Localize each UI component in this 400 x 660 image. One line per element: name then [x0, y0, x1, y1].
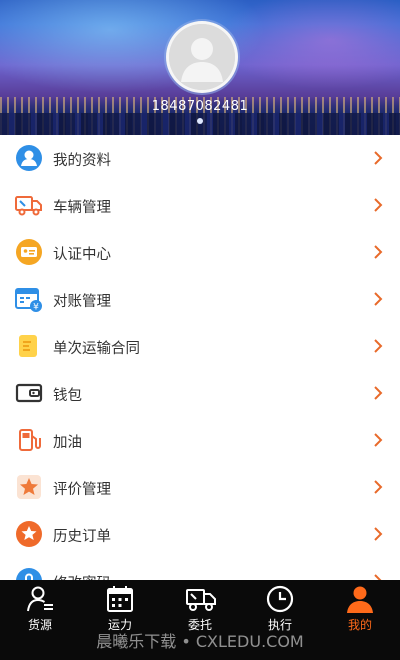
tab-cargo-source[interactable]: 货源 — [0, 580, 80, 634]
menu-item-certification-center[interactable]: 认证中心 — [0, 229, 400, 277]
calendar-icon — [107, 586, 133, 612]
tab-label: 货源 — [27, 618, 52, 632]
clock-icon — [266, 585, 294, 613]
profile-header: 18487082481 — [0, 0, 400, 135]
menu-item-label: 单次运输合同 — [53, 341, 140, 357]
star-badge-icon — [16, 521, 42, 547]
menu-item-label: 车辆管理 — [53, 200, 111, 216]
menu-item-wallet[interactable]: 钱包 — [0, 370, 400, 418]
cargo-source-icon — [27, 586, 53, 612]
profile-menu: 我的资料 车辆管理 认证中心 ¥ 对账管理 单次运输合同 钱包 加油 评价管理 … — [0, 135, 400, 580]
watermark-text: 晨曦乐下载 • CXLEDU.COM — [96, 632, 304, 651]
chevron-right-icon — [374, 245, 383, 259]
fuel-pump-icon — [19, 429, 41, 451]
chevron-right-icon — [374, 292, 383, 306]
tab-execute[interactable]: 执行 — [240, 580, 320, 634]
menu-item-label: 加油 — [53, 435, 82, 451]
indicator-dot-icon — [197, 118, 203, 124]
wallet-icon — [15, 383, 43, 403]
phone-number: 18487082481 — [151, 99, 249, 114]
tab-entrust[interactable]: 委托 — [160, 580, 240, 634]
id-card-icon — [16, 239, 42, 265]
tab-label: 我的 — [347, 618, 372, 632]
calendar-bill-icon: ¥ — [15, 288, 42, 313]
chevron-right-icon — [374, 527, 383, 541]
menu-item-my-profile[interactable]: 我的资料 — [0, 135, 400, 183]
menu-item-reconciliation[interactable]: ¥ 对账管理 — [0, 276, 400, 324]
tab-mine[interactable]: 我的 — [320, 580, 400, 634]
chevron-right-icon — [374, 339, 383, 353]
svg-text:¥: ¥ — [33, 303, 39, 313]
truck-icon — [15, 196, 42, 216]
chevron-right-icon — [374, 151, 383, 165]
menu-item-label: 钱包 — [53, 388, 82, 404]
person-icon — [347, 586, 373, 613]
menu-item-label: 对账管理 — [53, 294, 111, 310]
truck-outline-icon — [186, 589, 216, 611]
chevron-right-icon — [374, 198, 383, 212]
menu-item-order-history[interactable]: 历史订单 — [0, 511, 400, 559]
menu-item-label: 评价管理 — [53, 482, 111, 498]
tab-capacity[interactable]: 运力 — [80, 580, 160, 634]
chevron-right-icon — [374, 386, 383, 400]
menu-item-review-management[interactable]: 评价管理 — [0, 464, 400, 512]
menu-item-label: 我的资料 — [53, 153, 111, 169]
avatar[interactable] — [166, 21, 238, 93]
user-profile-icon — [16, 145, 42, 171]
chevron-right-icon — [374, 433, 383, 447]
contract-icon — [19, 335, 37, 357]
default-avatar-icon — [169, 24, 235, 90]
lock-icon — [16, 568, 42, 580]
star-rating-icon — [17, 475, 41, 499]
city-skyline-foreground — [0, 113, 400, 135]
menu-item-refuel[interactable]: 加油 — [0, 417, 400, 465]
menu-item-single-contract[interactable]: 单次运输合同 — [0, 323, 400, 371]
chevron-right-icon — [374, 480, 383, 494]
menu-item-change-password[interactable]: 修改密码 — [0, 558, 400, 580]
menu-item-label: 修改密码 — [53, 572, 111, 580]
menu-item-label: 认证中心 — [53, 247, 111, 263]
menu-item-vehicle-management[interactable]: 车辆管理 — [0, 182, 400, 230]
bottom-tab-bar: 货源 运力 委托 执行 我的 晨曦乐下载 • CXLEDU.COM — [0, 580, 400, 660]
menu-item-label: 历史订单 — [53, 529, 111, 545]
